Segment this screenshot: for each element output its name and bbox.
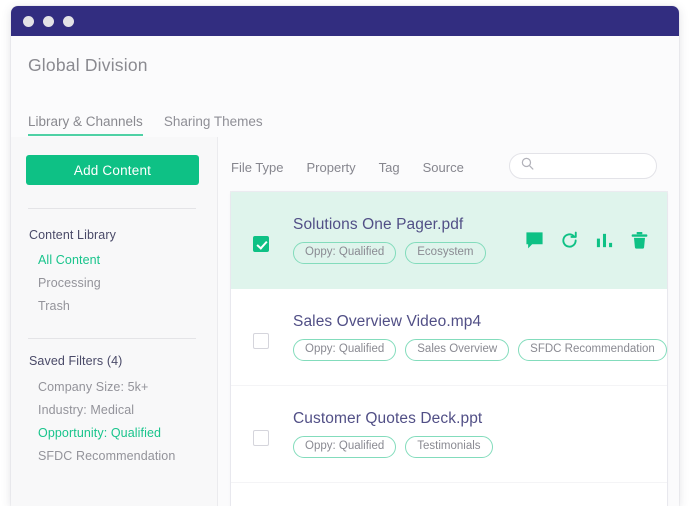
- window-body: Global Division Library & Channels Shari…: [11, 36, 679, 506]
- row-checkbox[interactable]: [253, 430, 269, 446]
- row-content: Sales Overview Video.mp4 Oppy: Qualified…: [293, 313, 667, 362]
- row-content: Solutions One Pager.pdf Oppy: Qualified …: [293, 216, 515, 265]
- sidebar-item-trash[interactable]: Trash: [38, 299, 70, 313]
- refresh-icon[interactable]: [560, 231, 579, 250]
- sidebar-divider: [28, 208, 196, 209]
- tag-pill[interactable]: Oppy: Qualified: [293, 241, 397, 265]
- tag-list: Oppy: Qualified Sales Overview SFDC Reco…: [293, 338, 667, 362]
- search-input[interactable]: [540, 158, 654, 174]
- sidebar-item-opportunity-qualified[interactable]: Opportunity: Qualified: [38, 426, 161, 440]
- window-title-bar: [11, 6, 679, 36]
- row-checkbox[interactable]: [253, 236, 269, 252]
- row-actions: [525, 231, 649, 250]
- app-window: Global Division Library & Channels Shari…: [11, 6, 679, 506]
- tab-sharing-themes[interactable]: Sharing Themes: [164, 114, 263, 136]
- tab-library-and-channels[interactable]: Library & Channels: [28, 114, 143, 136]
- tag-pill[interactable]: Oppy: Qualified: [293, 338, 397, 362]
- sidebar-heading-content-library: Content Library: [29, 228, 116, 242]
- sidebar-divider: [28, 338, 196, 339]
- sidebar-item-all-content[interactable]: All Content: [38, 253, 100, 267]
- search-icon: [521, 157, 534, 175]
- tag-pill[interactable]: SFDC Recommendation: [518, 338, 667, 362]
- tag-pill[interactable]: Sales Overview: [405, 338, 510, 362]
- add-content-button[interactable]: Add Content: [26, 155, 199, 185]
- row-content: Customer Quotes Deck.ppt Oppy: Qualified…: [293, 410, 649, 459]
- filter-source[interactable]: Source: [423, 160, 464, 175]
- maximize-icon[interactable]: [63, 15, 74, 27]
- tag-pill[interactable]: Oppy: Qualified: [293, 435, 397, 459]
- page-title: Global Division: [28, 55, 148, 75]
- sidebar-item-industry-medical[interactable]: Industry: Medical: [38, 403, 134, 417]
- search-box[interactable]: [509, 153, 657, 179]
- tag-pill[interactable]: Ecosystem: [405, 241, 486, 265]
- file-name[interactable]: Customer Quotes Deck.ppt: [293, 410, 649, 428]
- filter-bar: File Type Property Tag Source: [231, 153, 667, 181]
- table-row[interactable]: Solutions One Pager.pdf Oppy: Qualified …: [231, 192, 667, 289]
- row-checkbox[interactable]: [253, 333, 269, 349]
- tag-pill[interactable]: Testimonials: [405, 435, 493, 459]
- tag-list: Oppy: Qualified Testimonials: [293, 435, 649, 459]
- filter-file-type[interactable]: File Type: [231, 160, 284, 175]
- sidebar-item-processing[interactable]: Processing: [38, 276, 101, 290]
- minimize-icon[interactable]: [43, 15, 54, 27]
- file-name[interactable]: Sales Overview Video.mp4: [293, 313, 649, 331]
- file-list: Solutions One Pager.pdf Oppy: Qualified …: [231, 192, 667, 506]
- table-row[interactable]: Sales Overview Video.mp4 Oppy: Qualified…: [231, 289, 667, 386]
- filter-tag[interactable]: Tag: [379, 160, 400, 175]
- close-icon[interactable]: [23, 15, 34, 27]
- trash-icon[interactable]: [630, 231, 649, 250]
- sidebar-item-company-size[interactable]: Company Size: 5k+: [38, 380, 148, 394]
- sidebar-heading-saved-filters: Saved Filters (4): [29, 354, 123, 368]
- sidebar: Add Content Content Library All Content …: [11, 137, 218, 506]
- tag-list: Oppy: Qualified Ecosystem: [293, 241, 515, 265]
- table-row[interactable]: Customer Quotes Deck.ppt Oppy: Qualified…: [231, 386, 667, 483]
- filter-property[interactable]: Property: [307, 160, 356, 175]
- sidebar-item-sfdc-recommendation[interactable]: SFDC Recommendation: [38, 449, 175, 463]
- main-content: File Type Property Tag Source Solutions …: [218, 137, 679, 506]
- analytics-icon[interactable]: [595, 231, 614, 250]
- comment-icon[interactable]: [525, 231, 544, 250]
- tab-bar: Library & Channels Sharing Themes: [28, 114, 284, 136]
- file-name[interactable]: Solutions One Pager.pdf: [293, 216, 515, 234]
